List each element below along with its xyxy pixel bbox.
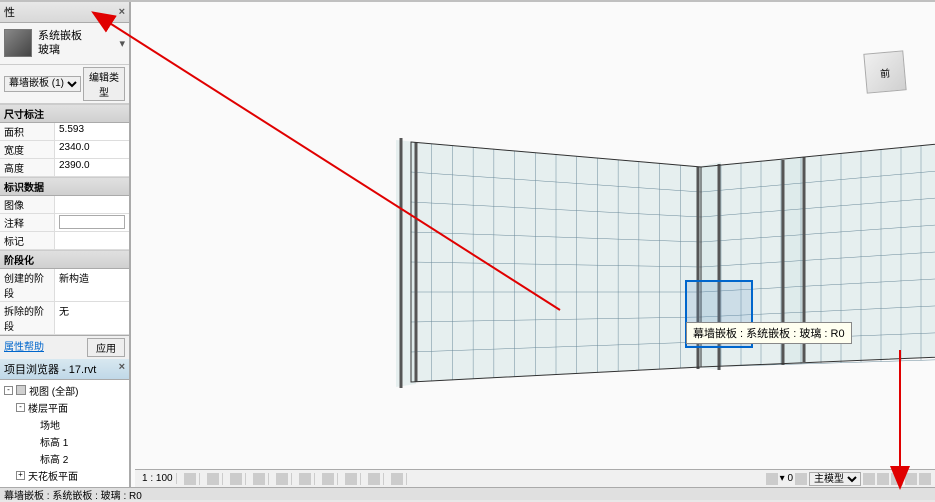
section-phasing: 阶段化 [0, 250, 129, 269]
tree-item[interactable]: +天花板平面 [2, 467, 127, 484]
properties-help-link[interactable]: 属性帮助 [4, 338, 44, 357]
prop-value[interactable]: 新构造 [55, 269, 129, 301]
project-browser-tree[interactable]: -视图 (全部)-楼层平面场地标高 1标高 2+天花板平面+三维视图+立面 (建… [0, 380, 129, 487]
close-icon[interactable]: × [119, 361, 125, 377]
tree-label: 标高 1 [40, 434, 68, 449]
lock-3d-icon[interactable] [345, 473, 357, 485]
select-face-icon[interactable] [905, 473, 917, 485]
prop-label: 面积 [0, 123, 55, 140]
collapse-icon[interactable]: - [16, 403, 25, 412]
prop-label: 创建的阶段 [0, 269, 55, 301]
prop-label: 宽度 [0, 141, 55, 158]
properties-title: 性 [4, 4, 15, 20]
tree-item[interactable]: 标高 2 [2, 450, 127, 467]
prop-value[interactable]: 无 [55, 302, 129, 334]
viewcube[interactable]: 前 [855, 42, 915, 102]
edit-type-button[interactable]: 编辑类型 [83, 67, 125, 101]
section-dimensions: 尺寸标注 [0, 104, 129, 123]
curtain-wall-model [301, 112, 935, 392]
tree-label: 天花板平面 [28, 468, 78, 483]
drag-elements-icon[interactable] [919, 473, 931, 485]
section-identity: 标识数据 [0, 177, 129, 196]
comments-input[interactable] [59, 215, 125, 229]
crop-region-icon[interactable] [322, 473, 334, 485]
sun-path-icon[interactable] [230, 473, 242, 485]
prop-value[interactable] [55, 214, 129, 231]
viewport-3d[interactable]: 前 [130, 2, 935, 487]
tree-item[interactable]: 场地 [2, 416, 127, 433]
tree-label: 标高 2 [40, 451, 68, 466]
prop-label: 高度 [0, 159, 55, 176]
tree-label: 楼层平面 [28, 400, 68, 415]
prop-label: 注释 [0, 214, 55, 231]
type-family: 系统嵌板 [38, 29, 119, 43]
prop-value[interactable]: 5.593 [55, 123, 129, 140]
properties-panel-header: 性 × [0, 2, 129, 23]
viewcube-face[interactable]: 前 [863, 50, 906, 93]
prop-value[interactable]: 2340.0 [55, 141, 129, 158]
browser-title: 项目浏览器 - 17.rvt [4, 361, 96, 377]
model-combo[interactable]: 主模型 [809, 472, 861, 486]
worksets-icon[interactable] [795, 473, 807, 485]
browser-header: 项目浏览器 - 17.rvt × [0, 359, 129, 380]
rendering-icon[interactable] [276, 473, 288, 485]
visual-style-icon[interactable] [207, 473, 219, 485]
prop-value[interactable]: 2390.0 [55, 159, 129, 176]
status-text: 幕墙嵌板 : 系统嵌板 : 玻璃 : R0 [4, 487, 931, 502]
type-thumbnail [4, 29, 32, 57]
prop-value[interactable] [55, 232, 129, 249]
tree-item[interactable]: 标高 1 [2, 433, 127, 450]
apply-button[interactable]: 应用 [87, 338, 125, 357]
selection-count: ▾ 0 [780, 473, 793, 484]
select-underlay-icon[interactable] [877, 473, 889, 485]
reveal-hidden-icon[interactable] [391, 473, 403, 485]
crop-view-icon[interactable] [299, 473, 311, 485]
view-control-bar: 1 : 100 ▾ 0 主模型 [135, 469, 935, 487]
prop-label: 标记 [0, 232, 55, 249]
filter-icon[interactable] [766, 473, 778, 485]
expand-icon[interactable]: + [16, 471, 25, 480]
status-bar: 幕墙嵌板 : 系统嵌板 : 玻璃 : R0 [0, 487, 935, 500]
instance-selector[interactable]: 幕墙嵌板 (1) [4, 76, 81, 92]
temp-hide-icon[interactable] [368, 473, 380, 485]
folder-icon [16, 385, 26, 395]
detail-level-icon[interactable] [184, 473, 196, 485]
prop-value[interactable] [55, 196, 129, 213]
close-icon[interactable]: × [119, 6, 125, 18]
tree-item[interactable]: - 视图 (全部) [2, 382, 127, 399]
prop-label: 图像 [0, 196, 55, 213]
select-pinned-icon[interactable] [891, 473, 903, 485]
tree-label: 视图 (全部) [29, 383, 78, 398]
prop-label: 拆除的阶段 [0, 302, 55, 334]
element-tooltip: 幕墙嵌板 : 系统嵌板 : 玻璃 : R0 [686, 322, 852, 344]
properties-grid: 尺寸标注 面积5.593 宽度2340.0 高度2390.0 标识数据 图像 注… [0, 104, 129, 335]
chevron-down-icon[interactable]: ▾ [119, 37, 125, 50]
collapse-icon[interactable]: - [4, 386, 13, 395]
tree-label: 场地 [40, 417, 60, 432]
select-links-icon[interactable] [863, 473, 875, 485]
shadows-icon[interactable] [253, 473, 265, 485]
tree-item[interactable]: -楼层平面 [2, 399, 127, 416]
type-selector[interactable]: 系统嵌板 玻璃 ▾ [0, 23, 129, 65]
type-name: 玻璃 [38, 43, 119, 57]
scale-control[interactable]: 1 : 100 [139, 473, 177, 484]
